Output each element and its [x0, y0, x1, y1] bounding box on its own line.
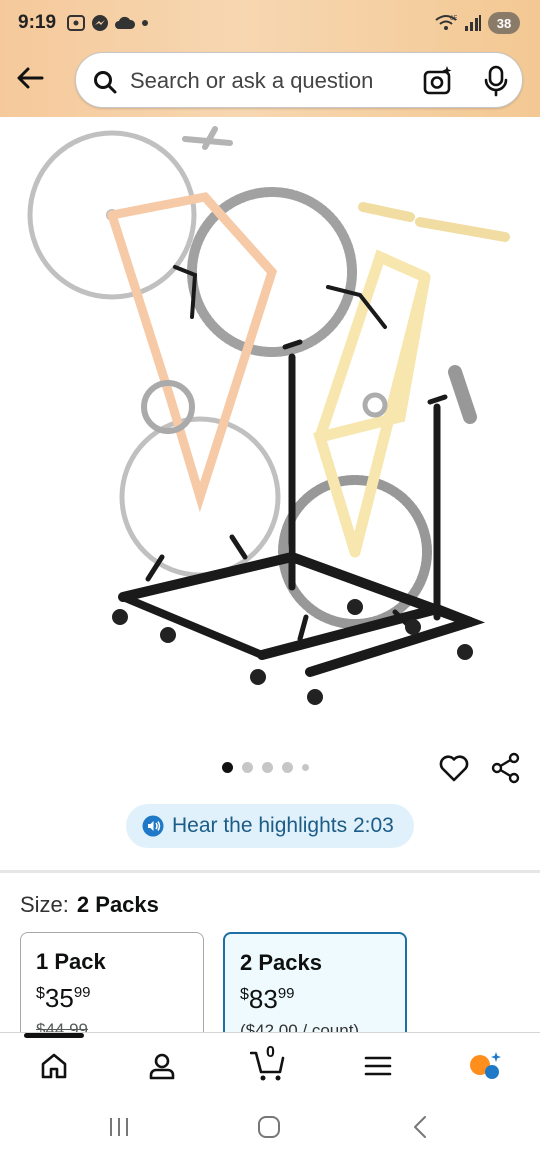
signal-icon [465, 15, 481, 31]
search-input[interactable]: Search or ask a question [130, 68, 373, 94]
size-option-name: 2 Packs [240, 950, 322, 975]
size-options: 1 Pack $3599 $44.99 2 Packs $8399 ($42.0… [0, 930, 540, 1032]
size-option-price: $3599 [36, 983, 188, 1014]
dot-icon [142, 20, 148, 26]
cart-count: 0 [266, 1044, 275, 1061]
cloud-icon [115, 16, 136, 29]
home-button-icon[interactable] [257, 1115, 281, 1139]
menu-icon [364, 1056, 392, 1076]
price-whole: 35 [44, 983, 74, 1013]
recent-apps-icon[interactable] [108, 1116, 130, 1138]
hear-highlights-button[interactable]: Hear the highlights 2:03 [126, 804, 414, 848]
size-option-price: $8399 [240, 984, 390, 1015]
size-option-2-packs[interactable]: 2 Packs $8399 ($42.00 / count) [223, 932, 407, 1032]
rufus-assistant-icon [470, 1052, 501, 1079]
wishlist-heart-icon[interactable] [438, 752, 470, 784]
carousel-dot[interactable] [282, 762, 293, 773]
amazon-product-page: 9:19 6E 38 Search or ask a question Hear… [0, 0, 540, 1158]
account-icon [149, 1053, 175, 1080]
size-option-1-pack[interactable]: 1 Pack $3599 $44.99 [20, 932, 204, 1032]
product-image[interactable] [0, 117, 540, 737]
price-whole: 83 [248, 984, 278, 1014]
size-selector-title: Size: 2 Packs [20, 892, 159, 918]
search-icon [94, 71, 117, 94]
nav-rufus[interactable] [466, 1047, 506, 1085]
image-carousel-dots[interactable] [222, 762, 309, 773]
camera-search-icon[interactable] [422, 65, 454, 97]
messenger-icon [92, 15, 108, 31]
screenshot-icon [67, 15, 85, 31]
selected-size: 2 Packs [76, 892, 159, 917]
currency-symbol: $ [36, 985, 45, 1002]
search-bar[interactable]: Search or ask a question [75, 52, 523, 108]
nav-home[interactable] [34, 1047, 74, 1085]
hear-highlights-label: Hear the highlights 2:03 [172, 814, 394, 837]
carousel-dot[interactable] [242, 762, 253, 773]
notification-icons [66, 13, 149, 33]
share-icon[interactable] [490, 752, 522, 784]
price-cents: 99 [277, 985, 295, 1002]
carousel-dot[interactable] [302, 764, 309, 771]
bottom-nav-bar: 0 [0, 1032, 540, 1096]
wifi-icon: 6E [435, 15, 457, 30]
price-cents: 99 [73, 984, 91, 1001]
back-arrow-icon[interactable] [14, 62, 46, 94]
size-label: Size: [20, 892, 69, 917]
unit-price: ($42.00 / count) [240, 1021, 360, 1032]
section-divider [0, 870, 540, 873]
status-time: 9:19 [18, 12, 57, 33]
microphone-icon[interactable] [482, 65, 510, 97]
status-right: 6E 38 [434, 12, 520, 34]
list-price: $44.99 [36, 1020, 88, 1032]
battery-icon: 38 [488, 12, 520, 34]
active-tab-indicator [24, 1033, 84, 1038]
size-option-name: 1 Pack [36, 949, 106, 974]
system-nav-bar [0, 1096, 540, 1158]
audio-play-icon [142, 815, 164, 837]
app-header: 9:19 6E 38 Search or ask a question [0, 0, 540, 117]
nav-menu[interactable] [358, 1047, 398, 1085]
carousel-dot[interactable] [262, 762, 273, 773]
home-icon [41, 1053, 67, 1079]
carousel-dot[interactable] [222, 762, 233, 773]
back-button-icon[interactable] [410, 1115, 432, 1139]
currency-symbol: $ [240, 986, 249, 1003]
nav-account[interactable] [142, 1047, 182, 1085]
svg-text:6E: 6E [450, 16, 457, 22]
status-bar: 9:19 6E 38 [0, 0, 540, 46]
